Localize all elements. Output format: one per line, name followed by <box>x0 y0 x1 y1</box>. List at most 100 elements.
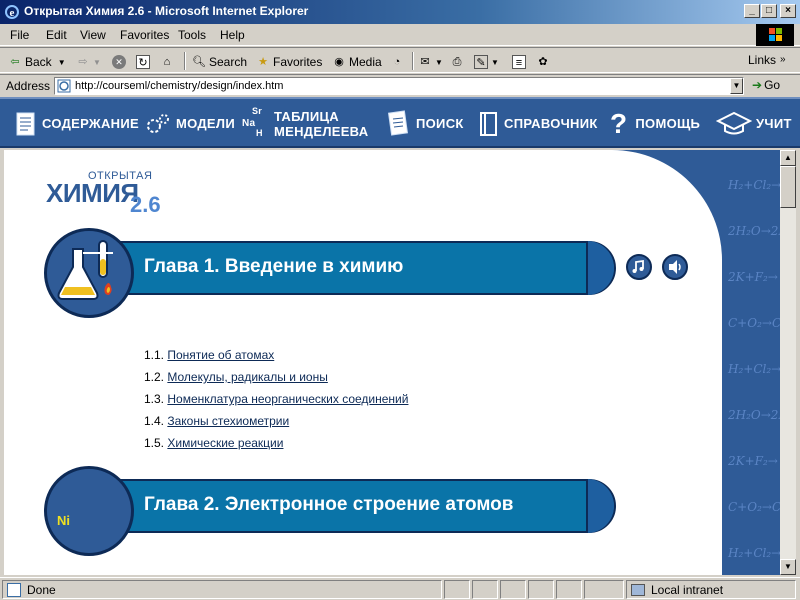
address-label: Address <box>6 79 51 93</box>
search-icon: 🔍︎ <box>192 56 206 68</box>
forward-dropdown-icon: ▼ <box>93 57 101 67</box>
stop-icon: ✕ <box>112 55 126 69</box>
formula-decoration: C+O₂→C <box>728 316 780 330</box>
scroll-up-button[interactable]: ▲ <box>780 150 796 166</box>
mail-button[interactable]: ✉ ▼ <box>418 53 443 71</box>
discuss-button[interactable]: ≡ <box>512 53 529 71</box>
messenger-icon: ✿ <box>538 56 548 68</box>
chapter-icon-circle <box>44 228 134 318</box>
minimize-button[interactable]: _ <box>744 4 760 18</box>
menu-edit[interactable]: Edit <box>46 28 67 42</box>
speaker-button[interactable] <box>662 254 688 280</box>
list-item: 1.4. Законы стехиометрии <box>144 414 290 428</box>
toc-link[interactable]: Номенклатура неорганических соединений <box>167 392 408 406</box>
go-button[interactable]: ➔ Go <box>752 78 780 92</box>
gears-icon <box>147 113 169 133</box>
status-bar: Done Local intranet <box>0 577 800 600</box>
print-icon: ⎙ <box>452 56 462 68</box>
page-done-icon <box>7 582 21 597</box>
links-button[interactable]: Links <box>748 53 776 67</box>
stop-button[interactable]: ✕ <box>112 53 129 71</box>
formula-decoration: 2K+F₂→ <box>728 454 778 468</box>
lab-flask-icon <box>57 240 113 300</box>
back-button[interactable]: ⇦ Back ▼ <box>8 53 66 71</box>
formula-decoration: 2H₂O→2H <box>728 408 780 422</box>
discuss-icon: ≡ <box>512 55 526 69</box>
intranet-icon <box>631 583 645 596</box>
refresh-icon: ↻ <box>136 55 150 69</box>
menu-view[interactable]: View <box>80 28 106 42</box>
maximize-button[interactable]: □ <box>761 4 777 18</box>
nav-help[interactable]: ? ПОМОЩЬ <box>610 99 700 148</box>
windows-logo-icon <box>756 24 794 46</box>
question-mark-icon: ? <box>610 107 628 139</box>
security-zone-pane: Local intranet <box>626 580 796 599</box>
address-dropdown-button[interactable]: ▼ <box>730 78 743 94</box>
menu-file[interactable]: File <box>10 28 29 42</box>
menu-help[interactable]: Help <box>220 28 245 42</box>
chapter-title: Глава 1. Введение в химию <box>144 256 404 277</box>
toc-link[interactable]: Молекулы, радикалы и ионы <box>167 370 328 384</box>
back-arrow-icon: ⇦ <box>10 56 20 68</box>
mail-dropdown-icon: ▼ <box>435 57 443 67</box>
chapter-1[interactable]: Глава 1. Введение в химию <box>44 228 616 318</box>
search-button[interactable]: 🔍︎ Search <box>192 53 247 71</box>
print-button[interactable]: ⎙ <box>450 53 467 71</box>
home-button[interactable]: ⌂ <box>160 53 177 71</box>
favorites-icon: ★ <box>258 56 268 68</box>
back-dropdown-icon: ▼ <box>57 57 66 67</box>
window-title: Открытая Химия 2.6 - Microsoft Internet … <box>24 4 309 18</box>
formula-decoration: H₂+Cl₂→ <box>728 178 780 192</box>
toc-link[interactable]: Химические реакции <box>167 436 283 450</box>
site-navigation: СОДЕРЖАНИЕ МОДЕЛИ Sr Na H ТАБЛИЦА МЕНДЕЛ… <box>0 97 800 148</box>
page-icon <box>57 79 71 93</box>
page-content: H₂+Cl₂→ 2H₂O→2H 2K+F₂→ C+O₂→C H₂+Cl₂→ 2H… <box>4 150 780 575</box>
nav-periodic-table[interactable]: Sr Na H ТАБЛИЦА МЕНДЕЛЕЕВА <box>242 99 368 148</box>
book-icon <box>16 112 35 135</box>
toc-link[interactable]: Понятие об атомах <box>167 348 274 362</box>
menu-tools[interactable]: Tools <box>178 28 206 42</box>
audio-button[interactable] <box>626 254 652 280</box>
title-bar: e Открытая Химия 2.6 - Microsoft Interne… <box>0 0 800 24</box>
edit-icon: ✎ <box>474 55 488 69</box>
toolbar: ⇦ Back ▼ ⇨ ▼ ✕ ↻ ⌂ 🔍︎ Search ★ Favorites… <box>0 47 800 73</box>
status-text-pane: Done <box>2 580 442 599</box>
list-item: 1.1. Понятие об атомах <box>144 348 275 362</box>
formula-decoration: 2H₂O→2H <box>728 224 780 238</box>
address-input[interactable] <box>54 77 744 95</box>
favorites-button[interactable]: ★ Favorites <box>256 53 322 71</box>
formula-decoration: H₂+Cl₂→ <box>728 546 780 560</box>
forward-button[interactable]: ⇨ ▼ <box>76 53 101 71</box>
media-icon: ◉ <box>334 56 344 68</box>
address-bar: Address ▼ ➔ Go <box>0 74 800 96</box>
links-more-icon[interactable]: » <box>780 54 786 65</box>
scroll-down-button[interactable]: ▼ <box>780 559 796 575</box>
refresh-button[interactable]: ↻ <box>136 53 153 71</box>
formula-decoration: C+O₂→C <box>728 500 780 514</box>
nav-search[interactable]: ПОИСК <box>386 99 464 148</box>
scroll-thumb[interactable] <box>780 166 796 208</box>
close-button[interactable]: × <box>780 4 796 18</box>
list-item: 1.2. Молекулы, радикалы и ионы <box>144 370 328 384</box>
forward-arrow-icon: ⇨ <box>78 56 88 68</box>
svg-text:e: e <box>10 7 15 19</box>
chapter-2[interactable]: Ni Глава 2. Электронное строение атомов <box>44 466 616 556</box>
nav-reference[interactable]: СПРАВОЧНИК <box>478 99 598 148</box>
chapter-icon-circle: Ni <box>44 466 134 556</box>
menu-favorites[interactable]: Favorites <box>120 28 169 42</box>
home-icon: ⌂ <box>163 56 171 68</box>
history-button[interactable]: ◔ <box>390 53 407 71</box>
nav-contents[interactable]: СОДЕРЖАНИЕ <box>14 99 139 148</box>
nav-teacher[interactable]: УЧИТ <box>716 99 792 148</box>
nav-models[interactable]: МОДЕЛИ <box>144 99 235 148</box>
edit-dropdown-icon: ▼ <box>491 57 499 67</box>
go-arrow-icon: ➔ <box>752 78 763 92</box>
reference-book-icon <box>480 111 497 136</box>
media-button[interactable]: ◉ Media <box>332 53 382 71</box>
edit-page-button[interactable]: ✎ ▼ <box>474 53 499 71</box>
messenger-button[interactable]: ✿ <box>536 53 553 71</box>
chapter-1-contents: 1.1. Понятие об атомах 1.2. Молекулы, ра… <box>144 348 408 458</box>
formula-decoration: H₂+Cl₂→ <box>728 362 780 376</box>
vertical-scrollbar[interactable]: ▲ ▼ <box>780 150 796 575</box>
toc-link[interactable]: Законы стехиометрии <box>167 414 289 428</box>
